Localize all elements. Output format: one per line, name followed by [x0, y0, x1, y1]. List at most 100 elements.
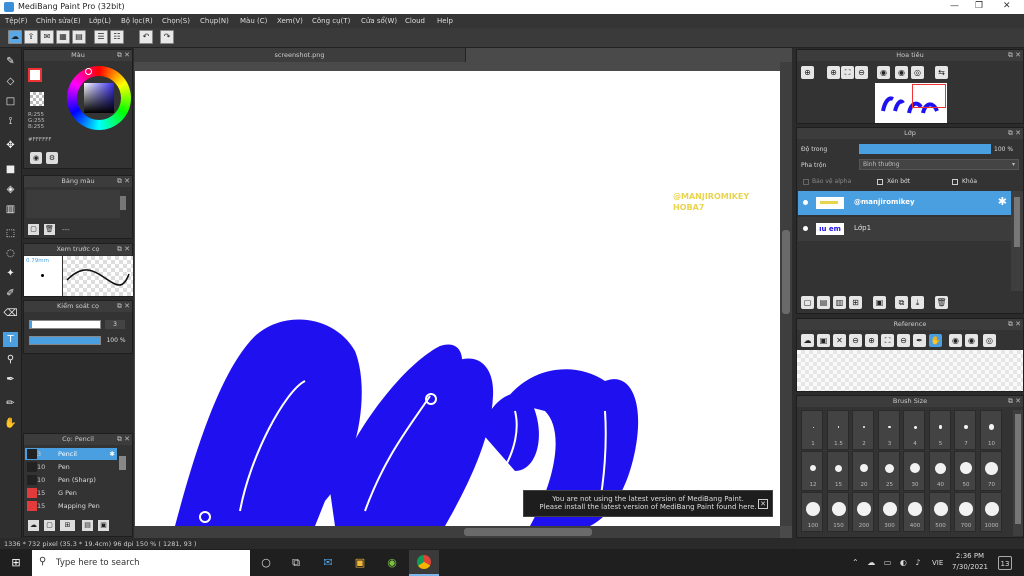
document-tab[interactable]: screenshot.png	[134, 48, 466, 62]
brush-tool-icon[interactable]: ✎	[3, 54, 18, 69]
menu-capture[interactable]: Chụp(N)	[200, 17, 229, 25]
medibang-icon[interactable]: ◉	[385, 556, 399, 570]
menu-color[interactable]: Màu (C)	[240, 17, 267, 25]
chrome-taskbar-item[interactable]	[409, 550, 439, 576]
brush-size-cell[interactable]: 100	[801, 492, 823, 532]
reference-rotate-icon[interactable]: ◉	[949, 334, 962, 347]
navigator-thumbnail[interactable]	[875, 83, 947, 123]
windows-start-icon[interactable]: ⊞	[9, 556, 23, 570]
maximize-button[interactable]: ❐	[975, 1, 983, 11]
bucket-icon[interactable]: ◈	[3, 182, 18, 197]
task-view-icon[interactable]: ⧉	[289, 556, 303, 570]
select-lasso-icon[interactable]: ◌	[3, 246, 18, 261]
duplicate-layer-icon[interactable]: ⧉	[895, 296, 908, 309]
brush-size-cell[interactable]: 400	[903, 492, 925, 532]
menu-window[interactable]: Cửa sổ(W)	[361, 17, 397, 25]
magic-wand-icon[interactable]: ✦	[3, 266, 18, 281]
reference-cloud-icon[interactable]: ☁	[801, 334, 814, 347]
flip-icon[interactable]: ◎	[911, 66, 924, 79]
menu-layer[interactable]: Lớp(L)	[89, 17, 111, 25]
primary-color-swatch[interactable]	[28, 68, 42, 82]
pen-icon[interactable]: ✏	[3, 396, 18, 411]
new-layer-8bit-icon[interactable]: ▤	[817, 296, 830, 309]
eraser-tool-icon[interactable]: ◇	[3, 74, 18, 89]
palette-area[interactable]	[26, 190, 120, 218]
store-icon[interactable]: ▣	[353, 556, 367, 570]
brush-list-scrollbar[interactable]	[119, 456, 126, 470]
hue-handle[interactable]	[85, 68, 92, 75]
reset-rotate-icon[interactable]: ◉	[895, 66, 908, 79]
reference-flip-icon[interactable]: ◎	[983, 334, 996, 347]
redo-icon[interactable]: ↷	[160, 30, 174, 44]
reference-zoom-out-icon[interactable]: ⊖	[849, 334, 862, 347]
brush-size-cell[interactable]: 30	[903, 451, 925, 491]
hue-wheel[interactable]	[67, 66, 131, 130]
system-tray-icons[interactable]: ⌃ ☁ ▭ ◐ ♪	[852, 558, 924, 567]
language-indicator[interactable]: VIE	[932, 559, 943, 567]
brush-size-cell[interactable]: 3	[877, 410, 900, 450]
brush-size-value[interactable]: 3	[105, 320, 125, 329]
delete-layer-icon[interactable]: 🗑	[935, 296, 948, 309]
upload-icon[interactable]: ⇪	[24, 30, 38, 44]
color-picker-icon[interactable]: ⚙	[46, 152, 58, 164]
layer-visibility-icon[interactable]	[803, 200, 808, 205]
canvas-vertical-scrollbar[interactable]	[780, 62, 792, 526]
grid-icon[interactable]: ▤	[72, 30, 86, 44]
fill-rect-icon[interactable]: ■	[3, 162, 18, 177]
brush-item[interactable]: 15 Mapping Pen	[25, 500, 117, 512]
new-layer-1bit-icon[interactable]: ▥	[833, 296, 846, 309]
brush-size-cell[interactable]: 5	[928, 410, 951, 450]
menu-cloud[interactable]: Cloud	[405, 17, 425, 25]
canvas[interactable]: @MANJIROMIKEY HOBA7	[135, 71, 780, 526]
brush-size-cell[interactable]: 50	[954, 451, 976, 491]
brush-size-slider[interactable]	[29, 320, 101, 329]
brush-size-cell[interactable]: 4	[903, 410, 925, 450]
reference-open-icon[interactable]: ▣	[817, 334, 830, 347]
canvas-horizontal-scrollbar[interactable]	[134, 526, 780, 538]
layer-visibility-icon[interactable]	[803, 226, 808, 231]
zoom-out-icon[interactable]: ⊖	[855, 66, 868, 79]
new-brush-icon[interactable]: ▢	[44, 520, 55, 531]
menu-help[interactable]: Help	[437, 17, 453, 25]
menu-view[interactable]: Xem(V)	[277, 17, 303, 25]
reference-close-icon[interactable]: ✕	[833, 334, 846, 347]
brush-size-cell[interactable]: 200	[852, 492, 874, 532]
brush-size-cell[interactable]: 7	[954, 410, 976, 450]
reference-zoom-icon[interactable]: ⊖	[897, 334, 910, 347]
menu-file[interactable]: Tệp(F)	[5, 17, 28, 25]
rotate-icon[interactable]: ◉	[877, 66, 890, 79]
brush-size-cell[interactable]: 40	[928, 451, 951, 491]
brush-item[interactable]: 10 Pen (Sharp)	[25, 474, 117, 486]
notice-close-icon[interactable]: ✕	[758, 499, 768, 509]
brush-size-cell[interactable]: 12	[801, 451, 823, 491]
brush-size-cell[interactable]: 1.5	[826, 410, 849, 450]
brush-item[interactable]: 3 Pencil ✱	[25, 448, 117, 460]
brush-size-cell[interactable]: 25	[877, 451, 900, 491]
mail-icon[interactable]: ✉	[321, 556, 335, 570]
layout-icon[interactable]: ▦	[56, 30, 70, 44]
eyedropper-icon[interactable]: ✒	[3, 372, 18, 387]
select-icon[interactable]: ⬚	[3, 226, 18, 241]
operation-icon[interactable]: ⚲	[3, 352, 18, 367]
brush-size-cell[interactable]: 20	[852, 451, 874, 491]
brush-size-cell[interactable]: 500	[928, 492, 951, 532]
brush-folder-icon[interactable]: ▣	[98, 520, 109, 531]
rect-select-icon[interactable]: □	[3, 94, 18, 109]
saturation-square[interactable]	[84, 83, 114, 113]
layer-scrollbar[interactable]	[1011, 191, 1023, 291]
palette-scrollbar[interactable]	[120, 196, 126, 210]
brush-size-cell[interactable]: 700	[954, 492, 976, 532]
menu-tools[interactable]: Công cụ(T)	[312, 17, 350, 25]
transparent-swatch[interactable]	[30, 92, 44, 106]
fit-icon[interactable]: ⛶	[841, 66, 854, 79]
text-tool-icon[interactable]: T	[3, 332, 18, 347]
menu-list-icon[interactable]: ☰	[94, 30, 108, 44]
blend-mode-select[interactable]: Bình thường ▾	[859, 159, 1019, 170]
add-layer-icon[interactable]: ⊞	[849, 296, 862, 309]
layer-row[interactable]: ıu em Lớp1	[798, 217, 1011, 241]
brush-size-cell[interactable]: 300	[877, 492, 900, 532]
menu-select[interactable]: Chọn(S)	[162, 17, 190, 25]
add-brush-icon[interactable]: ⊞	[60, 520, 75, 531]
lasso-icon[interactable]: ⟟	[3, 114, 18, 129]
brush-size-cell[interactable]: 1000	[979, 492, 1002, 532]
